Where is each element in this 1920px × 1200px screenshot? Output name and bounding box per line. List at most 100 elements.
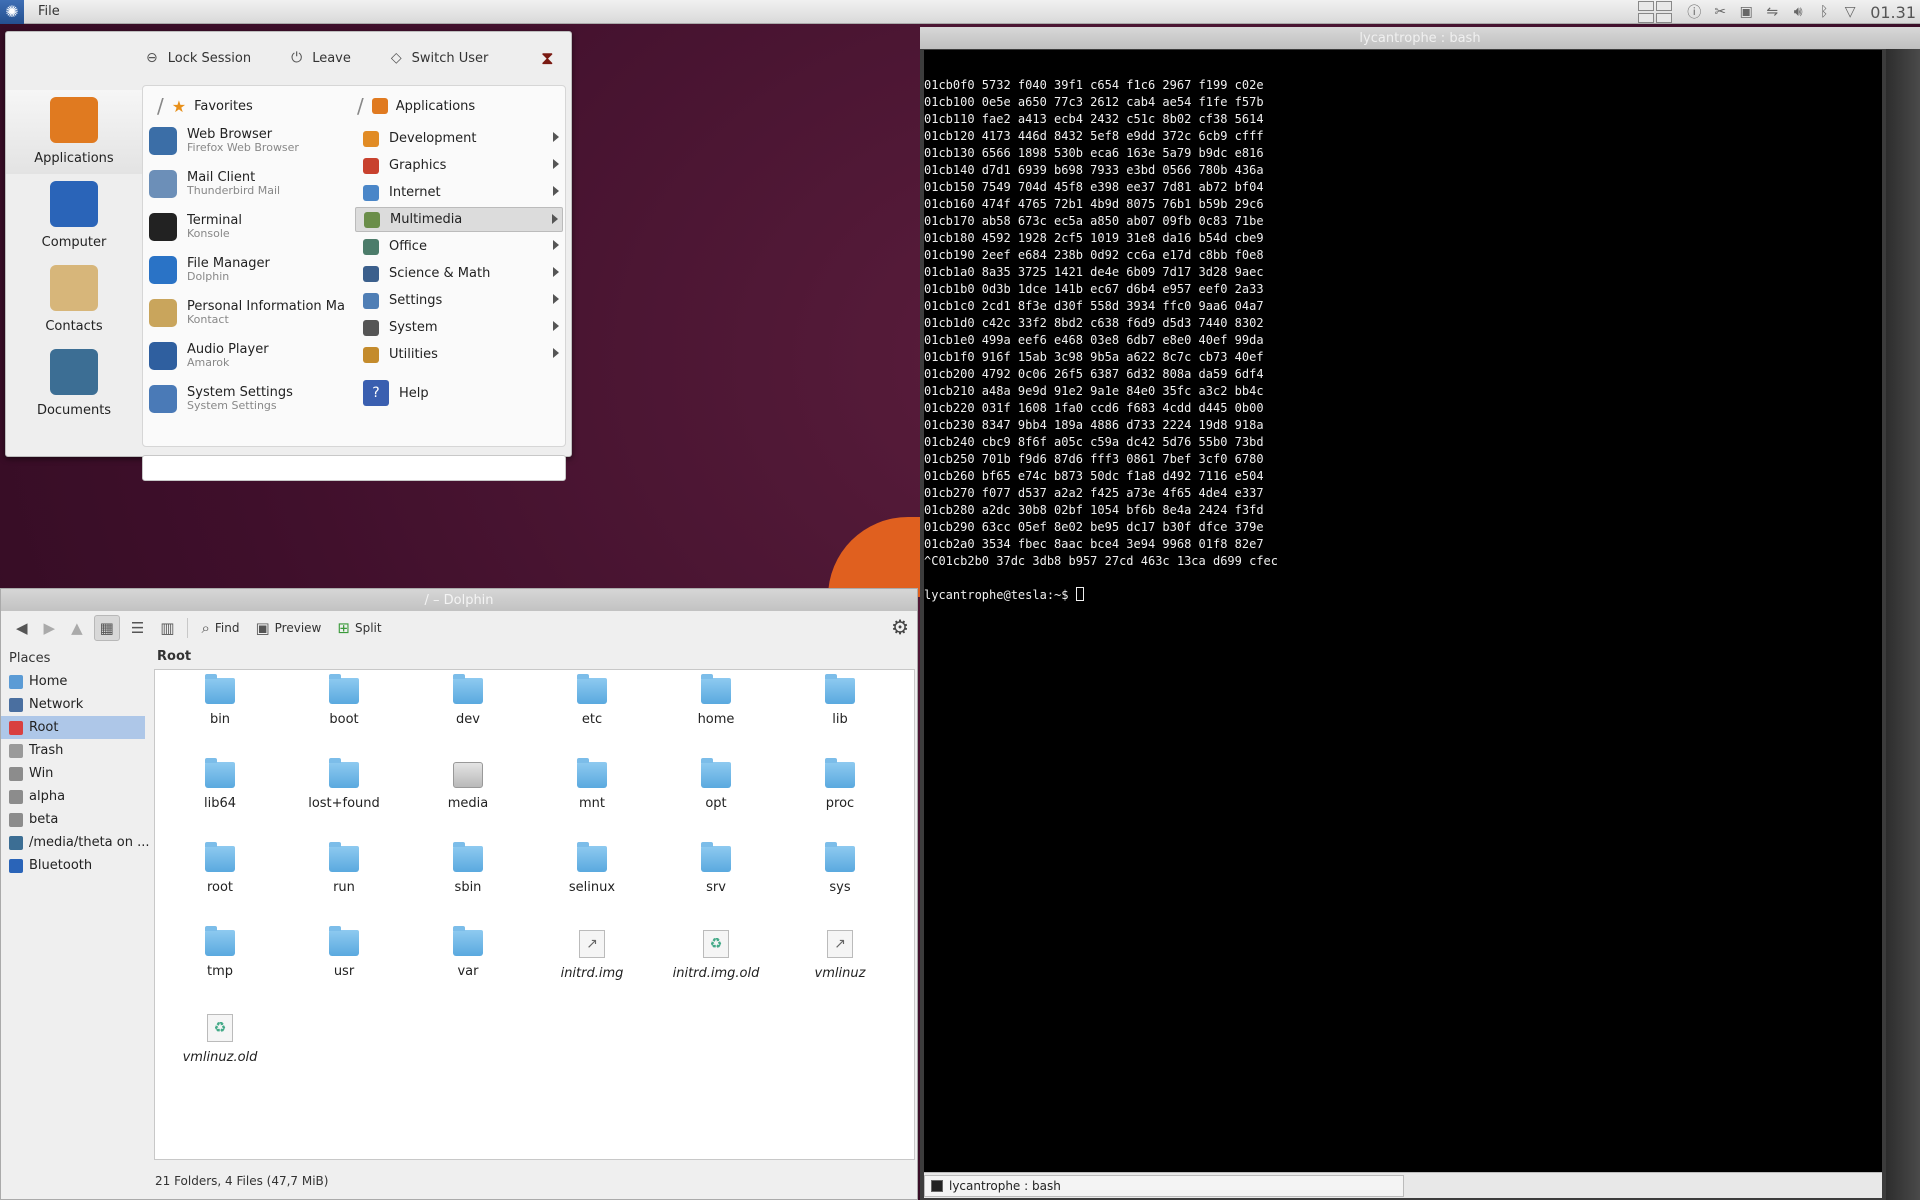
graphics-icon — [363, 157, 379, 174]
file-item[interactable]: etc — [530, 674, 654, 727]
app-category-internet[interactable]: Internet — [355, 180, 563, 205]
category-documents[interactable]: Documents — [6, 342, 142, 426]
firefox-icon — [149, 126, 177, 155]
kde-launcher-icon[interactable]: ✺ — [0, 0, 24, 24]
file-item[interactable]: sys — [778, 842, 902, 895]
favorite-mail-client[interactable]: Mail Client Thunderbird Mail — [149, 162, 349, 205]
virtual-desktop-pager[interactable] — [1638, 1, 1673, 23]
category-computer[interactable]: Computer — [6, 174, 142, 258]
arrow-left-icon: ◀ — [16, 619, 28, 637]
app-help[interactable]: ? Help — [355, 378, 563, 408]
place-trash[interactable]: Trash — [1, 739, 149, 762]
leave-button[interactable]: ⏻ Leave — [291, 50, 351, 66]
file-item[interactable]: mnt — [530, 758, 654, 811]
file-item[interactable]: media — [406, 762, 530, 811]
panel-file-menu[interactable]: File — [38, 4, 60, 19]
folder-icon — [453, 926, 483, 956]
place-alpha[interactable]: alpha — [1, 785, 149, 808]
bluetooth-icon[interactable]: ᛒ — [1814, 2, 1834, 22]
favorite-terminal[interactable]: Terminal Konsole — [149, 205, 349, 248]
place-network[interactable]: Network — [1, 693, 149, 716]
app-category-multimedia[interactable]: Multimedia — [355, 207, 563, 232]
file-item[interactable]: proc — [778, 758, 902, 811]
app-category-graphics[interactable]: Graphics — [355, 153, 563, 178]
terminal-output[interactable]: 01cb0f0 5732 f040 39f1 c654 f1c6 2967 f1… — [924, 50, 1882, 1197]
file-item[interactable]: srv — [654, 842, 778, 895]
up-button[interactable]: ▲ — [66, 615, 88, 641]
grid-icon: ▦ — [99, 619, 114, 637]
file-item[interactable]: lib — [778, 674, 902, 727]
info-icon[interactable]: ⓘ — [1684, 2, 1704, 22]
place-beta[interactable]: beta — [1, 808, 149, 831]
place-media-theta[interactable]: /media/theta on ... — [1, 831, 149, 854]
file-item[interactable]: ↗ vmlinuz — [778, 930, 902, 981]
app-category-system[interactable]: System — [355, 315, 563, 340]
details-view-button[interactable]: ☰ — [126, 615, 149, 641]
dolphin-title-bar[interactable]: / – Dolphin — [1, 589, 917, 611]
favorite-web-browser[interactable]: Web Browser Firefox Web Browser — [149, 119, 349, 162]
file-item[interactable]: ♻ initrd.img.old — [654, 930, 778, 981]
favorite-system-settings[interactable]: System Settings System Settings — [149, 377, 349, 420]
file-item[interactable]: ↗ initrd.img — [530, 930, 654, 981]
gear-icon[interactable]: ⚙ — [891, 615, 909, 639]
klipper-scissors-icon[interactable]: ✂ — [1710, 2, 1730, 22]
konsole-title-bar[interactable]: lycantrophe : bash — [920, 27, 1920, 49]
breadcrumb[interactable]: Root — [157, 649, 191, 664]
konsole-tab[interactable]: lycantrophe : bash — [924, 1175, 1404, 1197]
file-item[interactable]: ♻ vmlinuz.old — [158, 1014, 282, 1065]
terminal-line: 01cb160 474f 4765 72b1 4b9d 8075 76b1 b5… — [924, 197, 1264, 211]
konsole-tab-bar: lycantrophe : bash — [924, 1172, 1882, 1198]
split-button[interactable]: ⊞ Split — [332, 615, 386, 641]
applications-icon — [371, 98, 388, 114]
file-item[interactable]: bin — [158, 674, 282, 727]
thunderbird-icon — [149, 169, 177, 198]
switch-user-button[interactable]: ◇ Switch User — [391, 50, 489, 66]
kickoff-search-input[interactable] — [142, 455, 566, 481]
file-item[interactable]: selinux — [530, 842, 654, 895]
file-item[interactable]: lib64 — [158, 758, 282, 811]
file-item[interactable]: usr — [282, 926, 406, 979]
symlink-file-icon: ↗ — [579, 930, 605, 958]
app-category-utilities[interactable]: Utilities — [355, 342, 563, 367]
kickoff-categories: Applications Computer Contacts Documents — [6, 90, 142, 426]
volume-icon[interactable]: 🔊︎ — [1788, 2, 1808, 22]
file-item[interactable]: home — [654, 674, 778, 727]
file-item[interactable]: opt — [654, 758, 778, 811]
file-item[interactable]: var — [406, 926, 530, 979]
file-view[interactable]: bin boot dev etc home lib lib64 lost+found media… — [154, 669, 915, 1160]
app-category-science-math[interactable]: Science & Math — [355, 261, 563, 286]
place-root[interactable]: Root — [1, 716, 145, 739]
network-icon[interactable]: ▽ — [1840, 2, 1860, 22]
usb-icon[interactable]: ⇋ — [1762, 2, 1782, 22]
file-item[interactable]: dev — [406, 674, 530, 727]
place-home[interactable]: Home — [1, 670, 149, 693]
terminal-line: 01cb260 bf65 e74c b873 50dc f1a8 d492 71… — [924, 469, 1264, 483]
place-bluetooth[interactable]: Bluetooth — [1, 854, 149, 877]
category-applications[interactable]: Applications — [6, 90, 142, 174]
app-category-development[interactable]: Development — [355, 126, 563, 151]
icons-view-button[interactable]: ▦ — [93, 615, 120, 641]
clock[interactable]: 01.31 — [1870, 3, 1916, 22]
place-win[interactable]: Win — [1, 762, 149, 785]
find-button[interactable]: ⌕ Find — [196, 615, 244, 641]
favorite-personal-information[interactable]: Personal Information Ma Kontact — [149, 291, 349, 334]
file-item[interactable]: root — [158, 842, 282, 895]
app-category-office[interactable]: Office — [355, 234, 563, 259]
file-item[interactable]: tmp — [158, 926, 282, 979]
preview-button[interactable]: ▣ Preview — [250, 615, 326, 641]
back-button[interactable]: ◀ — [11, 615, 33, 641]
file-item[interactable]: lost+found — [282, 758, 406, 811]
arrow-up-icon: ▲ — [71, 619, 83, 637]
app-category-settings[interactable]: Settings — [355, 288, 563, 313]
columns-view-button[interactable]: ▥ — [155, 615, 179, 641]
file-item[interactable]: sbin — [406, 842, 530, 895]
printer-icon[interactable]: ▣ — [1736, 2, 1756, 22]
favorite-file-manager[interactable]: File Manager Dolphin — [149, 248, 349, 291]
file-item[interactable]: run — [282, 842, 406, 895]
forward-button[interactable]: ▶ — [39, 615, 61, 641]
lock-session-button[interactable]: ⊖ Lock Session — [146, 50, 251, 66]
category-contacts[interactable]: Contacts — [6, 258, 142, 342]
folder-icon — [205, 758, 235, 788]
favorite-audio-player[interactable]: Audio Player Amarok — [149, 334, 349, 377]
file-item[interactable]: boot — [282, 674, 406, 727]
